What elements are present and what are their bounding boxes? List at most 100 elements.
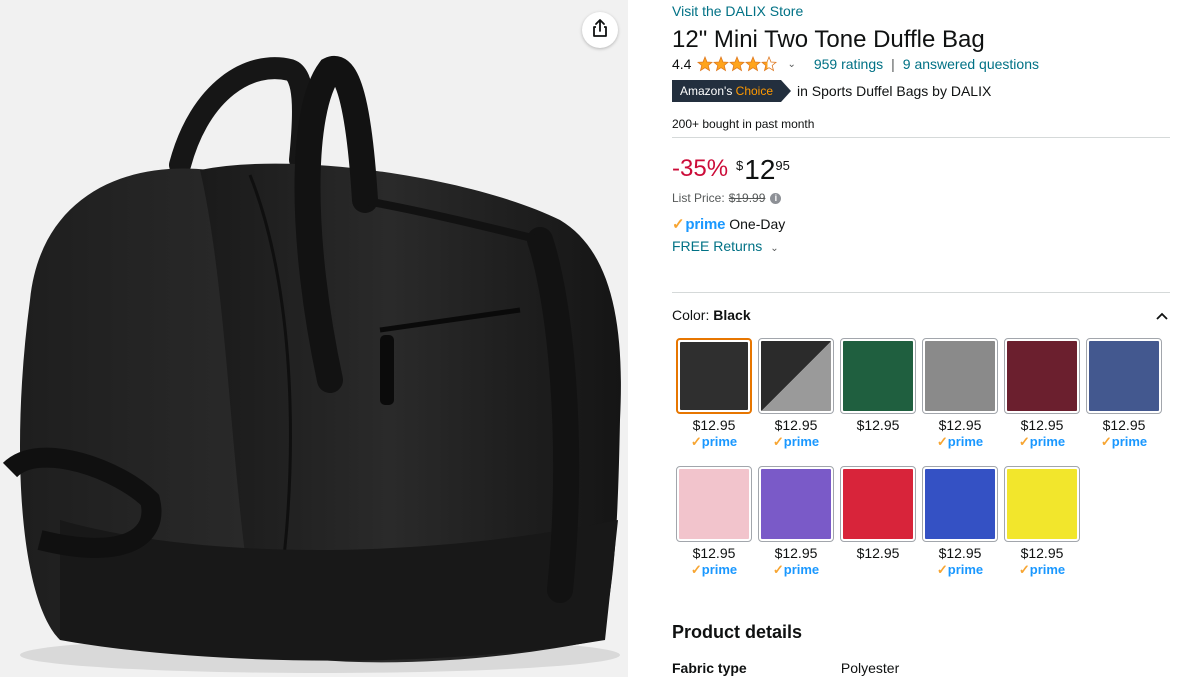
prime-check-icon: ✓ [1018, 434, 1030, 449]
share-button[interactable] [582, 12, 618, 48]
swatch-image[interactable] [676, 338, 752, 414]
prime-check-icon: ✓ [690, 434, 702, 449]
chevron-down-icon[interactable]: ⌄ [787, 59, 795, 70]
swatch-fill [1007, 469, 1077, 539]
color-swatch[interactable]: $12.95 ✓prime [1086, 338, 1162, 450]
free-returns-link[interactable]: FREE Returns ⌄ [672, 238, 779, 254]
swatch-image[interactable] [758, 338, 834, 414]
swatch-prime-label: prime [783, 562, 820, 577]
swatch-fill [1007, 341, 1077, 411]
swatch-prime-label: prime [783, 434, 820, 449]
swatch-prime: ✓prime [1086, 434, 1162, 450]
swatch-fill [1089, 341, 1159, 411]
color-swatch[interactable]: $12.95 [840, 338, 916, 434]
swatch-price: $12.95 [1102, 417, 1146, 433]
info-icon[interactable]: i [770, 192, 782, 204]
swatch-prime-label: prime [701, 562, 738, 577]
ratings-link[interactable]: 959 ratings [814, 56, 883, 72]
share-icon [591, 18, 609, 43]
amazons-choice-badge[interactable]: Amazon's Choice [672, 80, 792, 102]
swatch-fill [843, 341, 913, 411]
swatch-prime-label: prime [701, 434, 738, 449]
chevron-down-icon: ⌄ [770, 243, 779, 254]
color-swatch[interactable]: $12.95 [840, 466, 916, 562]
color-label: Color: [672, 307, 710, 323]
prime-check-icon: ✓ [772, 434, 784, 449]
swatch-price: $12.95 [774, 417, 818, 433]
swatch-prime: ✓prime [922, 562, 998, 578]
separator: | [891, 56, 895, 72]
prime-check-icon: ✓ [936, 562, 948, 577]
bought-in-past-month: 200+ bought in past month [672, 117, 815, 131]
prime-check-icon: ✓ [1018, 562, 1030, 577]
product-image[interactable] [0, 0, 628, 677]
swatch-image[interactable] [840, 338, 916, 414]
swatch-prime-label: prime [947, 434, 984, 449]
product-image-panel[interactable] [0, 0, 628, 677]
star-icon [761, 56, 778, 72]
color-swatch[interactable]: $12.95 ✓prime [922, 466, 998, 578]
star-rating[interactable] [697, 56, 778, 72]
discount-percent: -35% [672, 155, 729, 182]
swatch-fill [925, 469, 995, 539]
color-swatch[interactable]: $12.95 ✓prime [1004, 466, 1080, 578]
swatch-price: $12.95 [856, 545, 900, 561]
swatch-fill [679, 469, 749, 539]
swatch-image[interactable] [758, 466, 834, 542]
color-swatch[interactable]: $12.95 ✓prime [676, 338, 752, 450]
swatch-image[interactable] [1086, 338, 1162, 414]
divider [672, 137, 1170, 138]
swatch-prime: ✓prime [1004, 562, 1080, 578]
swatch-fill [761, 469, 831, 539]
detail-row: Fabric type Polyester [672, 660, 899, 676]
store-link[interactable]: Visit the DALIX Store [672, 3, 803, 19]
color-swatch[interactable]: $12.95 ✓prime [922, 338, 998, 450]
badge-choice: Choice [735, 84, 774, 98]
swatch-prime: ✓prime [758, 434, 834, 450]
divider [672, 292, 1170, 293]
swatch-prime-label: prime [947, 562, 984, 577]
swatch-fill [680, 342, 748, 410]
chevron-up-icon[interactable] [1156, 307, 1168, 323]
swatch-prime: ✓prime [922, 434, 998, 450]
swatch-prime-label: prime [1029, 562, 1066, 577]
swatch-prime: ✓prime [1004, 434, 1080, 450]
color-swatch[interactable]: $12.95 ✓prime [1004, 338, 1080, 450]
star-icon [729, 56, 746, 72]
color-swatch[interactable]: $12.95 ✓prime [676, 466, 752, 578]
delivery-row: ✓ prime One-Day [672, 215, 786, 234]
swatch-image[interactable] [922, 466, 998, 542]
swatch-prime-label: prime [1029, 434, 1066, 449]
price-fraction: 95 [775, 158, 790, 173]
swatch-price: $12.95 [938, 417, 982, 433]
prime-label: prime [685, 215, 726, 233]
badge-prefix: Amazon's [680, 84, 733, 98]
prime-check-icon: ✓ [672, 216, 685, 233]
swatch-price: $12.95 [938, 545, 982, 561]
star-icon [713, 56, 730, 72]
questions-link[interactable]: 9 answered questions [903, 56, 1039, 72]
swatch-image[interactable] [840, 466, 916, 542]
swatch-price: $12.95 [856, 417, 900, 433]
star-icon [745, 56, 762, 72]
star-icon [697, 56, 714, 72]
rating-value: 4.4 [672, 56, 692, 72]
prime-check-icon: ✓ [1100, 434, 1112, 449]
prime-check-icon: ✓ [690, 562, 702, 577]
color-swatch[interactable]: $12.95 ✓prime [758, 338, 834, 450]
swatch-prime: ✓prime [758, 562, 834, 578]
swatch-image[interactable] [676, 466, 752, 542]
swatch-fill [843, 469, 913, 539]
swatch-image[interactable] [1004, 466, 1080, 542]
swatch-price: $12.95 [1020, 545, 1064, 561]
swatch-prime: ✓prime [676, 434, 752, 450]
prime-check-icon: ✓ [936, 434, 948, 449]
color-swatch[interactable]: $12.95 ✓prime [758, 466, 834, 578]
swatch-image[interactable] [922, 338, 998, 414]
delivery-speed: One-Day [729, 216, 786, 232]
swatch-image[interactable] [1004, 338, 1080, 414]
detail-key: Fabric type [672, 660, 747, 676]
color-selector-header: Color: Black [672, 307, 1170, 323]
list-price-value: $19.99 [728, 191, 766, 205]
prime-check-icon: ✓ [772, 562, 784, 577]
